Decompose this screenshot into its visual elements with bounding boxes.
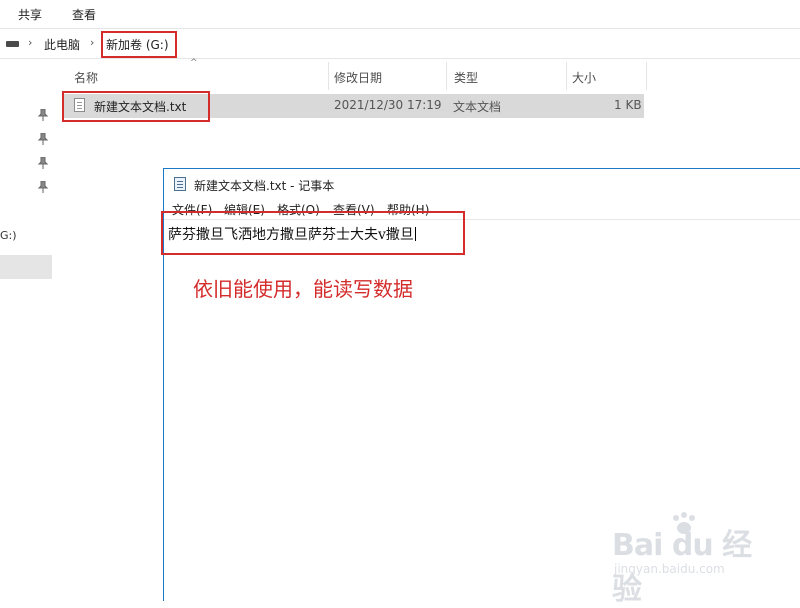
ribbon-tabs: 共享 查看 xyxy=(0,0,800,29)
watermark-url: jingyan.baidu.com xyxy=(614,562,725,576)
notepad-titlebar[interactable]: 新建文本文档.txt - 记事本 xyxy=(164,169,800,199)
highlight-box-content xyxy=(161,211,465,255)
chevron-right-icon[interactable]: › xyxy=(90,36,94,49)
tab-share[interactable]: 共享 xyxy=(18,6,42,23)
column-label-size: 大小 xyxy=(572,71,597,85)
drive-icon xyxy=(6,41,19,47)
column-header-modified[interactable]: 修改日期 xyxy=(328,62,447,90)
watermark: Bai du 经验 jingyan.baidu.com xyxy=(612,512,772,607)
file-modified: 2021/12/30 17:19 xyxy=(334,98,442,112)
column-label-type: 类型 xyxy=(454,71,479,85)
pin-icon[interactable] xyxy=(38,157,48,169)
nav-item-selected[interactable] xyxy=(0,255,52,279)
highlight-box-breadcrumb xyxy=(101,31,177,58)
pin-icon[interactable] xyxy=(38,109,48,121)
tab-view[interactable]: 查看 xyxy=(72,6,96,23)
highlight-box-file xyxy=(62,91,210,122)
column-label-name: 名称 xyxy=(74,71,99,85)
sort-ascending-icon: ^ xyxy=(190,58,198,68)
pin-icon[interactable] xyxy=(38,133,48,145)
paw-icon xyxy=(673,512,695,534)
column-header-type[interactable]: 类型 xyxy=(446,62,567,90)
annotation-text: 依旧能使用，能读写数据 xyxy=(193,277,413,301)
file-type: 文本文档 xyxy=(453,100,502,114)
pin-icon[interactable] xyxy=(38,181,48,193)
breadcrumb-this-pc[interactable]: 此电脑 xyxy=(44,36,80,53)
notepad-title: 新建文本文档.txt - 记事本 xyxy=(194,179,335,193)
column-header-size[interactable]: 大小 xyxy=(566,62,647,90)
nav-item-drive-g[interactable]: G:) xyxy=(0,229,17,242)
chevron-right-icon[interactable]: › xyxy=(28,36,32,49)
navigation-pane: G:) xyxy=(0,59,54,600)
file-size: 1 KB xyxy=(614,98,642,112)
notepad-icon xyxy=(174,177,186,191)
column-label-modified: 修改日期 xyxy=(334,71,383,85)
